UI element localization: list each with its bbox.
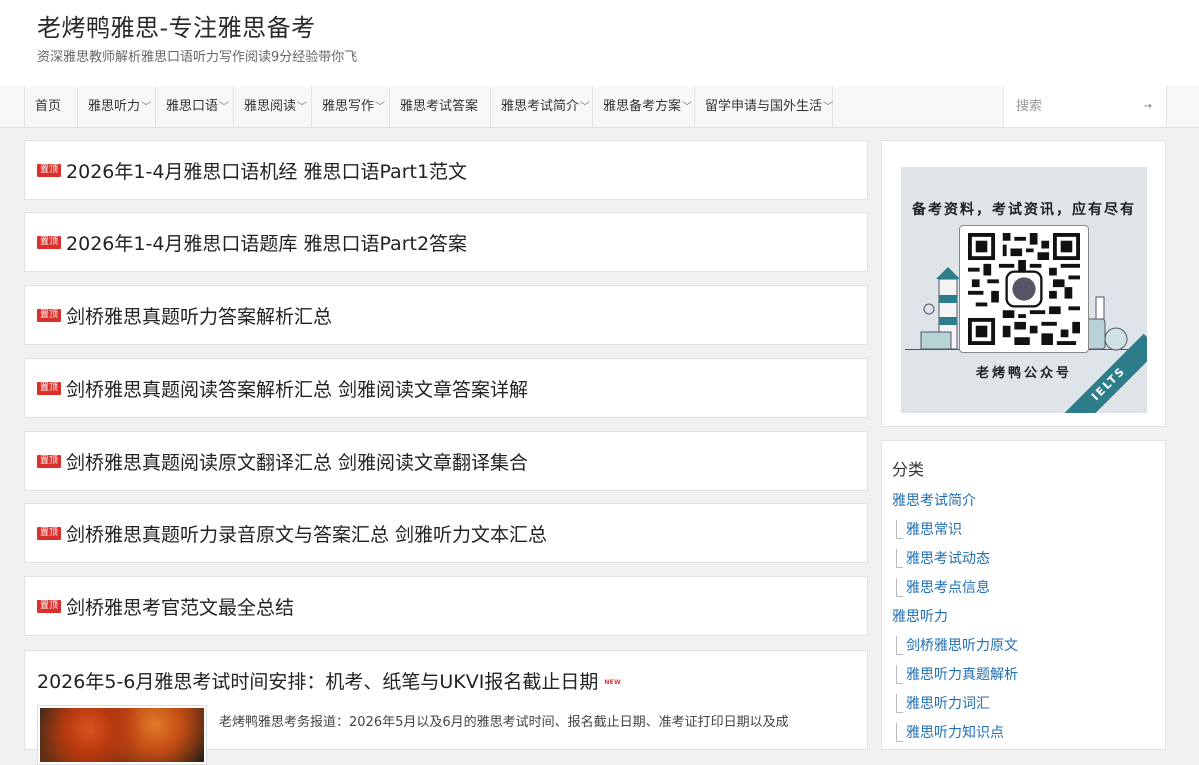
nav-item-label: 雅思备考方案	[603, 99, 682, 114]
nav-item-exam-intro[interactable]: 雅思考试简介﹀	[491, 86, 593, 127]
nav-item-listening[interactable]: 雅思听力﹀	[78, 86, 156, 127]
nav-item-label: 雅思口语	[166, 99, 219, 114]
chevron-down-icon: ﹀	[682, 102, 693, 113]
subcategory-label: 雅思听力知识点	[906, 725, 1004, 741]
subcategory-label: 雅思考试动态	[906, 551, 990, 567]
sticky-badge: 置顶	[37, 308, 62, 322]
post-title-row: 2026年5-6月雅思考试时间安排：机考、纸笔与UKVI报名截止日期 NEW	[37, 667, 621, 694]
nav-item-label: 首页	[35, 99, 62, 114]
post-title[interactable]: 2026年1-4月雅思口语机经 雅思口语Part1范文	[66, 157, 467, 184]
subcategory-label: 剑桥雅思听力原文	[906, 638, 1018, 654]
nav-item-label: 雅思听力	[88, 99, 141, 114]
subcategory-item[interactable]: 雅思常识	[892, 520, 1018, 549]
sticky-post[interactable]: 置顶 剑桥雅思真题阅读原文翻译汇总 剑雅阅读文章翻译集合	[24, 431, 868, 491]
wechat-qr-banner[interactable]: 备考资料，考试资讯，应有尽有 老烤鸭公众号 IELTS	[901, 167, 1147, 413]
chevron-down-icon: ﹀	[297, 102, 308, 113]
nav-item-writing[interactable]: 雅思写作﹀	[312, 86, 390, 127]
sticky-badge: 置顶	[37, 599, 62, 613]
post-title[interactable]: 2026年1-4月雅思口语题库 雅思口语Part2答案	[66, 229, 467, 256]
categories-widget: 分类 雅思考试简介 雅思常识 雅思考试动态 雅思考点信息 雅思听力 剑桥雅思听力…	[881, 440, 1166, 750]
chevron-down-icon: ﹀	[141, 102, 152, 113]
sticky-badge: 置顶	[37, 454, 62, 468]
nav-item-reading[interactable]: 雅思阅读﹀	[234, 86, 312, 127]
nav-item-home[interactable]: 首页	[25, 86, 78, 127]
qr-code-icon	[968, 233, 1080, 345]
nav-item-label: 雅思考试答案	[400, 99, 479, 114]
subcategory-label: 雅思听力词汇	[906, 696, 990, 712]
thumbnail-image	[40, 708, 204, 762]
subcategory-label: 雅思常识	[906, 522, 962, 538]
post-title[interactable]: 剑桥雅思真题听力录音原文与答案汇总 剑雅听力文本汇总	[66, 520, 547, 547]
sticky-post[interactable]: 置顶 剑桥雅思考官范文最全总结	[24, 576, 868, 636]
post-title[interactable]: 2026年5-6月雅思考试时间安排：机考、纸笔与UKVI报名截止日期	[37, 671, 598, 693]
subcategory-item[interactable]: 雅思听力知识点	[892, 723, 1018, 752]
qr-widget: 备考资料，考试资讯，应有尽有 老烤鸭公众号 IELTS	[881, 140, 1166, 427]
qr-code	[959, 225, 1089, 353]
chevron-down-icon: ﹀	[580, 102, 591, 113]
nav-menu: 首页 雅思听力﹀ 雅思口语﹀ 雅思阅读﹀ 雅思写作﹀ 雅思考试答案 雅思考试简介…	[24, 86, 833, 127]
widget-title: 分类	[892, 460, 925, 479]
sticky-post[interactable]: 置顶 剑桥雅思真题阅读答案解析汇总 剑雅阅读文章答案详解	[24, 358, 868, 418]
search-box: →	[1003, 86, 1167, 127]
sticky-post[interactable]: 置顶 2026年1-4月雅思口语机经 雅思口语Part1范文	[24, 140, 868, 200]
main-nav: 首页 雅思听力﹀ 雅思口语﹀ 雅思阅读﹀ 雅思写作﹀ 雅思考试答案 雅思考试简介…	[0, 86, 1199, 128]
post-excerpt: 老烤鸭雅思考务报道：2026年5月以及6月的雅思考试时间、报名截止日期、准考证打…	[219, 715, 789, 730]
post-title[interactable]: 剑桥雅思真题阅读答案解析汇总 剑雅阅读文章答案详解	[66, 375, 528, 402]
subcategory-item[interactable]: 雅思听力词汇	[892, 694, 1018, 723]
sticky-badge: 置顶	[37, 381, 62, 395]
site-title[interactable]: 老烤鸭雅思-专注雅思备考	[37, 8, 316, 43]
nav-item-label: 雅思阅读	[244, 99, 297, 114]
post-title[interactable]: 剑桥雅思考官范文最全总结	[66, 593, 294, 620]
sticky-post[interactable]: 置顶 2026年1-4月雅思口语题库 雅思口语Part2答案	[24, 212, 868, 272]
post-title[interactable]: 剑桥雅思真题听力答案解析汇总	[66, 302, 332, 329]
category-item[interactable]: 雅思考试简介	[892, 491, 1018, 520]
subcategory-item[interactable]: 雅思听力真题解析	[892, 665, 1018, 694]
nav-item-speaking[interactable]: 雅思口语﹀	[156, 86, 234, 127]
sticky-badge: 置顶	[37, 163, 62, 177]
subcategory-label: 雅思听力真题解析	[906, 667, 1018, 683]
sticky-badge: 置顶	[37, 235, 62, 249]
nav-item-label: 留学申请与国外生活	[705, 99, 823, 114]
subcategory-item[interactable]: 雅思考点信息	[892, 578, 1018, 607]
subcategory-item[interactable]: 雅思考试动态	[892, 549, 1018, 578]
sticky-post[interactable]: 置顶 剑桥雅思真题听力录音原文与答案汇总 剑雅听力文本汇总	[24, 503, 868, 563]
chevron-down-icon: ﹀	[219, 102, 230, 113]
nav-item-label: 雅思写作	[322, 99, 375, 114]
new-badge: NEW	[604, 679, 621, 686]
chevron-down-icon: ﹀	[375, 102, 386, 113]
chevron-down-icon: ﹀	[823, 102, 834, 113]
nav-item-prep-plan[interactable]: 雅思备考方案﹀	[593, 86, 695, 127]
sticky-post[interactable]: 置顶 剑桥雅思真题听力答案解析汇总	[24, 285, 868, 345]
sticky-badge: 置顶	[37, 526, 62, 540]
arrow-right-icon[interactable]: →	[1144, 86, 1152, 127]
site-header: 老烤鸭雅思-专注雅思备考 资深雅思教师解析雅思口语听力写作阅读9分经验带你飞	[0, 0, 1199, 87]
post-thumbnail[interactable]	[37, 705, 207, 765]
site-description: 资深雅思教师解析雅思口语听力写作阅读9分经验带你飞	[37, 50, 358, 65]
subcategory-item[interactable]: 剑桥雅思听力原文	[892, 636, 1018, 665]
search-input[interactable]	[1004, 86, 1148, 127]
nav-item-label: 雅思考试简介	[501, 99, 580, 114]
nav-item-exam-answers[interactable]: 雅思考试答案	[390, 86, 491, 127]
subcategory-label: 雅思考点信息	[906, 580, 990, 596]
post-title[interactable]: 剑桥雅思真题阅读原文翻译汇总 剑雅阅读文章翻译集合	[66, 448, 528, 475]
nav-item-study-abroad[interactable]: 留学申请与国外生活﹀	[695, 86, 833, 127]
category-item[interactable]: 雅思听力	[892, 607, 1018, 636]
category-list: 雅思考试简介 雅思常识 雅思考试动态 雅思考点信息 雅思听力 剑桥雅思听力原文 …	[892, 491, 1018, 752]
post-card: 2026年5-6月雅思考试时间安排：机考、纸笔与UKVI报名截止日期 NEW 老烤…	[24, 650, 868, 765]
